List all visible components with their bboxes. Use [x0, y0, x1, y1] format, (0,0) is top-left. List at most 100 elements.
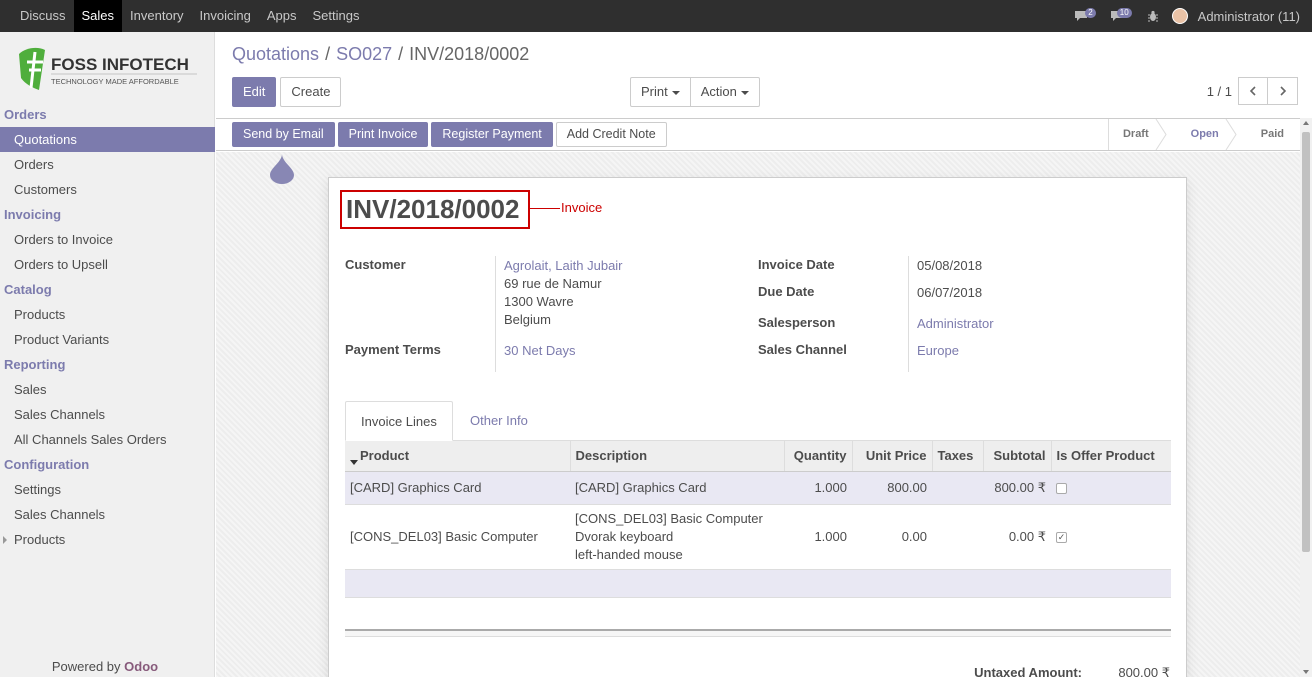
pager: 1 / 1 — [1207, 77, 1298, 105]
sidebar-item-config-sales-channels[interactable]: Sales Channels — [0, 502, 215, 527]
invoice-date-value: 05/08/2018 — [917, 258, 983, 273]
invoice-sheet: INV/2018/0002 Invoice Customer Agrolait,… — [328, 177, 1187, 677]
pager-next-button[interactable] — [1268, 77, 1298, 105]
due-date-value: 06/07/2018 — [917, 285, 983, 300]
messages-badge: 10 — [1116, 8, 1132, 18]
sidebar-item-orders-to-upsell[interactable]: Orders to Upsell — [0, 252, 215, 277]
menu-inventory[interactable]: Inventory — [122, 0, 191, 32]
table-header-row: Product Description Quantity Unit Price … — [345, 441, 1171, 472]
register-payment-button[interactable]: Register Payment — [431, 122, 553, 147]
customer-address-line: 1300 Wavre — [504, 294, 574, 309]
edit-button[interactable]: Edit — [232, 77, 277, 107]
avatar[interactable] — [1171, 8, 1188, 24]
powered-by-text: Powered by — [51, 659, 121, 674]
chat-icon[interactable]: 2 — [1072, 8, 1096, 23]
untaxed-amount-label: Untaxed Amount: — [974, 665, 1082, 677]
caret-down-icon — [671, 90, 680, 95]
sales-channel-link[interactable]: Europe — [917, 342, 959, 360]
chevron-left-icon — [1249, 86, 1256, 96]
cell-description: [CONS_DEL03] Basic Computer Dvorak keybo… — [570, 504, 784, 570]
payment-terms-link[interactable]: 30 Net Days — [504, 342, 576, 360]
column-header-quantity[interactable]: Quantity — [784, 441, 853, 472]
scroll-down-arrow-icon[interactable] — [1303, 670, 1309, 674]
cell-product: [CARD] Graphics Card — [345, 471, 570, 505]
customer-link[interactable]: Agrolait, Laith Jubair — [504, 257, 623, 275]
breadcrumb-separator: / — [325, 44, 331, 64]
column-header-subtotal[interactable]: Subtotal — [983, 441, 1052, 472]
breadcrumb-separator: / — [398, 44, 404, 64]
caret-down-icon — [740, 90, 749, 95]
table-row[interactable]: [CARD] Graphics Card [CARD] Graphics Car… — [345, 471, 1171, 505]
menu-settings[interactable]: Settings — [304, 0, 367, 32]
print-dropdown[interactable]: Print — [630, 77, 691, 107]
offer-checkbox-checked[interactable]: ✓ — [1056, 532, 1067, 544]
customer-label: Customer — [345, 257, 406, 272]
offer-checkbox[interactable] — [1056, 483, 1067, 495]
breadcrumb-quotations[interactable]: Quotations — [232, 44, 319, 65]
sidebar-item-all-channels-sales-orders[interactable]: All Channels Sales Orders — [0, 427, 215, 452]
table-row[interactable]: [CONS_DEL03] Basic Computer [CONS_DEL03]… — [345, 504, 1171, 570]
stage-open[interactable]: Open — [1165, 119, 1239, 150]
cell-unit-price: 0.00 — [852, 504, 932, 570]
sidebar-item-customers[interactable]: Customers — [0, 177, 215, 202]
column-header-taxes[interactable]: Taxes — [932, 441, 984, 472]
sales-channel-label: Sales Channel — [758, 342, 847, 357]
print-invoice-button[interactable]: Print Invoice — [337, 122, 429, 147]
breadcrumb-so027[interactable]: SO027 — [336, 44, 392, 65]
add-credit-note-button[interactable]: Add Credit Note — [555, 122, 667, 147]
sidebar-item-quotations[interactable]: Quotations — [0, 127, 215, 152]
customer-address-line: 69 rue de Namur — [504, 276, 602, 291]
breadcrumb-current: INV/2018/0002 — [409, 44, 530, 64]
sidebar-item-orders[interactable]: Orders — [0, 152, 215, 177]
column-header-product[interactable]: Product — [345, 441, 571, 472]
untaxed-amount-value: 800.00 ₹ — [1118, 665, 1170, 677]
notebook-tabs: Invoice Lines Other Info — [345, 401, 1171, 441]
odoo-link[interactable]: Odoo — [124, 659, 158, 674]
salesperson-link[interactable]: Administrator — [917, 315, 994, 333]
sidebar-item-settings[interactable]: Settings — [0, 477, 215, 502]
sidebar-item-products[interactable]: Products — [0, 302, 215, 327]
sidebar-item-config-products[interactable]: Products — [0, 527, 215, 552]
table-row-empty[interactable] — [345, 569, 1171, 598]
description-line: left-handed mouse — [575, 546, 683, 562]
pager-previous-button[interactable] — [1238, 77, 1268, 105]
bug-icon[interactable] — [1144, 9, 1162, 23]
column-header-description[interactable]: Description — [570, 441, 785, 472]
menu-sales[interactable]: Sales — [73, 0, 123, 32]
column-header-unit-price[interactable]: Unit Price — [852, 441, 933, 472]
description-line: [CONS_DEL03] Basic Computer — [575, 510, 763, 526]
cell-quantity: 1.000 — [784, 504, 852, 570]
messages-icon[interactable]: 10 — [1108, 8, 1132, 23]
scrollbar[interactable] — [1300, 118, 1312, 677]
tab-other-info[interactable]: Other Info — [455, 401, 543, 441]
send-by-email-button[interactable]: Send by Email — [232, 122, 335, 147]
menu-invoicing[interactable]: Invoicing — [192, 0, 259, 32]
sidebar-item-reporting-sales-channels[interactable]: Sales Channels — [0, 402, 215, 427]
cell-subtotal: 800.00 ₹ — [983, 471, 1051, 505]
scroll-up-arrow-icon[interactable] — [1303, 121, 1309, 125]
cell-quantity: 1.000 — [784, 471, 852, 505]
sidebar-section-reporting: Reporting — [4, 357, 66, 372]
scroll-thumb[interactable] — [1302, 132, 1310, 552]
print-label: Print — [641, 84, 668, 99]
breadcrumb: Quotations / SO027 / INV/2018/0002 — [232, 44, 529, 65]
menu-discuss[interactable]: Discuss — [12, 0, 74, 32]
stage-paid[interactable]: Paid — [1239, 119, 1300, 150]
tab-invoice-lines[interactable]: Invoice Lines — [345, 401, 453, 441]
user-menu[interactable]: Administrator (11) — [1198, 9, 1300, 24]
column-header-is-offer-product[interactable]: Is Offer Product — [1051, 441, 1171, 472]
create-button[interactable]: Create — [280, 77, 342, 107]
sidebar-item-product-variants[interactable]: Product Variants — [0, 327, 215, 352]
powered-by: Powered by Odoo — [0, 659, 210, 677]
stage-draft[interactable]: Draft — [1107, 119, 1165, 150]
action-dropdown[interactable]: Action — [690, 77, 760, 107]
divider — [495, 256, 496, 372]
status-bar: Send by Email Print Invoice Register Pay… — [216, 118, 1300, 151]
sidebar-item-orders-to-invoice[interactable]: Orders to Invoice — [0, 227, 215, 252]
pager-value[interactable]: 1 / 1 — [1207, 84, 1232, 99]
cell-taxes — [932, 471, 983, 505]
invoice-lines-table: Product Description Quantity Unit Price … — [345, 441, 1171, 598]
sort-caret-icon — [350, 460, 358, 466]
sidebar-item-reporting-sales[interactable]: Sales — [0, 377, 215, 402]
menu-apps[interactable]: Apps — [259, 0, 305, 32]
